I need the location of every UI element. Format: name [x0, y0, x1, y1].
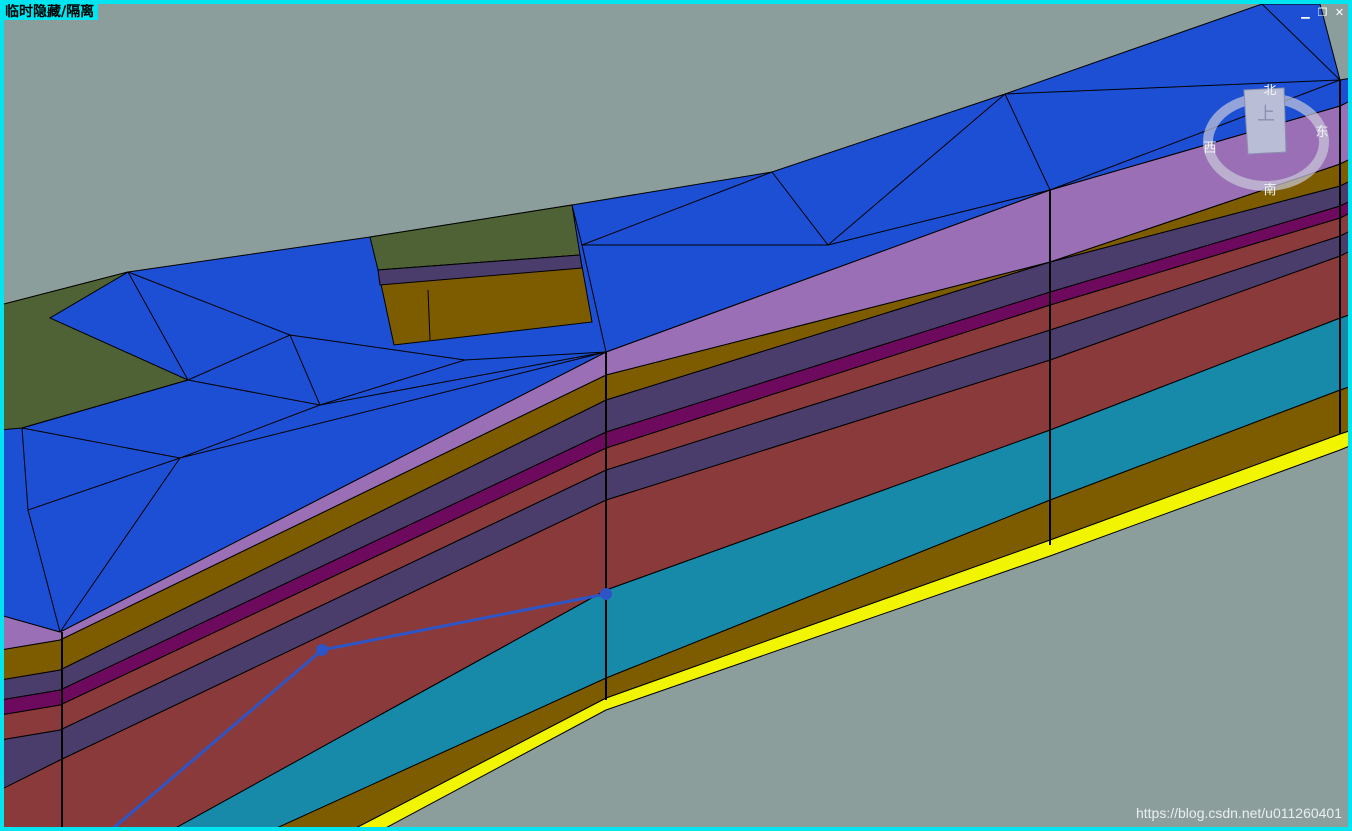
minimize-icon[interactable]: ▁ [1299, 6, 1312, 19]
compass-west: 西 [1203, 141, 1216, 156]
3d-viewport[interactable]: 临时隐藏/隔离 ▁ ❐ ✕ 上 东 南 西 北 https://blog.csd… [0, 0, 1352, 831]
viewcube[interactable]: 上 东 南 西 北 [1200, 84, 1332, 196]
close-icon[interactable]: ✕ [1333, 6, 1346, 19]
compass-east: 东 [1315, 125, 1328, 140]
watermark: https://blog.csdn.net/u011260401 [1135, 805, 1342, 821]
section-line-handle[interactable] [600, 588, 612, 600]
section-line-handle[interactable] [316, 644, 328, 656]
viewcube-face-label: 上 [1257, 104, 1275, 125]
window-controls: ▁ ❐ ✕ [1299, 6, 1346, 19]
isolate-mode-label: 临时隐藏/隔离 [4, 4, 99, 20]
restore-icon[interactable]: ❐ [1316, 6, 1329, 19]
compass-south: 南 [1263, 182, 1276, 196]
geology-model-canvas[interactable] [0, 0, 1352, 831]
compass-north: 北 [1263, 84, 1276, 98]
